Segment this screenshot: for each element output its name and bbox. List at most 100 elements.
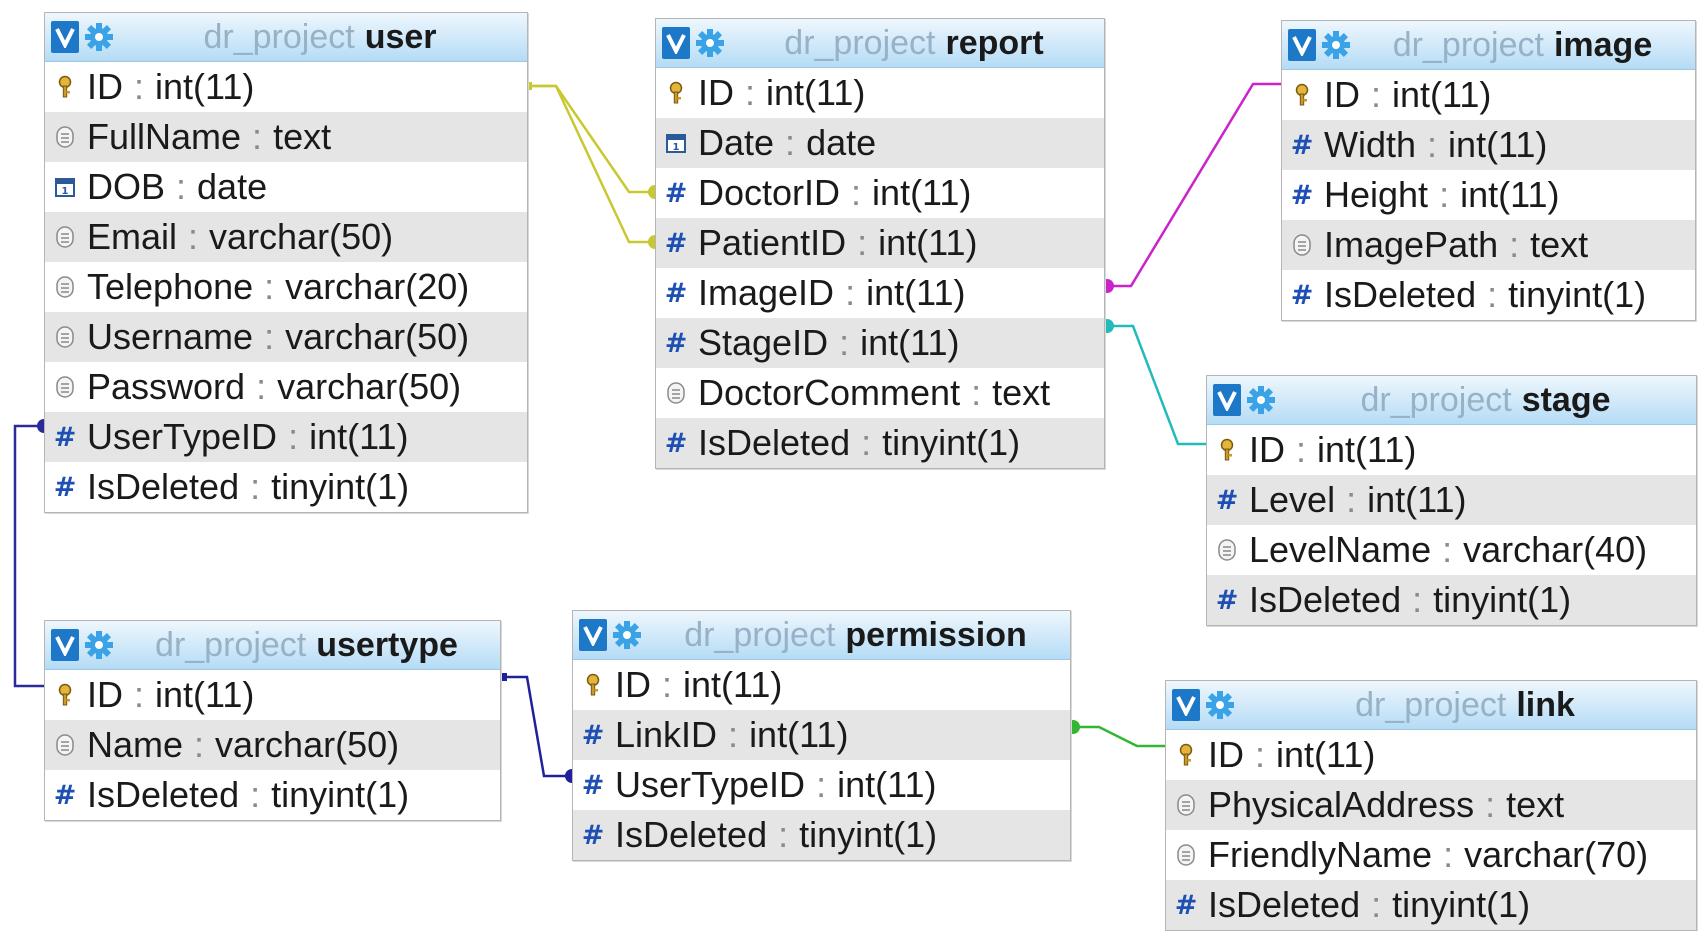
field-name: DoctorID	[698, 172, 841, 213]
field-row[interactable]: # IsDeleted: tinyint(1)	[1207, 575, 1696, 625]
field-name: IsDeleted	[1324, 274, 1477, 315]
field-row[interactable]: ID: int(11)	[573, 660, 1070, 710]
checkbox-icon[interactable]	[51, 629, 79, 661]
table-header[interactable]: dr_project usertype	[45, 621, 500, 670]
field-row[interactable]: # IsDeleted: tinyint(1)	[45, 462, 527, 512]
table-name: permission	[845, 615, 1027, 654]
field-name: Level	[1249, 479, 1336, 520]
hash-icon: #	[1215, 484, 1239, 516]
table-header[interactable]: dr_project permission	[573, 611, 1070, 660]
field-name: UserTypeID	[87, 416, 278, 457]
field-row[interactable]: ID: int(11)	[656, 68, 1104, 118]
field-row[interactable]: 1 Date: date	[656, 118, 1104, 168]
field-type: int(11)	[683, 664, 783, 705]
checkbox-icon[interactable]	[1288, 29, 1316, 61]
gear-icon[interactable]	[79, 629, 119, 661]
table-header[interactable]: dr_project image	[1282, 21, 1695, 70]
field-row[interactable]: # DoctorID: int(11)	[656, 168, 1104, 218]
table-header[interactable]: dr_project stage	[1207, 376, 1696, 425]
field-row[interactable]: Email: varchar(50)	[45, 212, 527, 262]
field-row[interactable]: # IsDeleted: tinyint(1)	[573, 810, 1070, 860]
table-header[interactable]: dr_project link	[1166, 681, 1696, 730]
field-row[interactable]: # LinkID: int(11)	[573, 710, 1070, 760]
table-report[interactable]: dr_project report ID: int(11) 1 Date: date # Doc…	[655, 18, 1105, 469]
table-name: link	[1516, 685, 1575, 724]
gear-icon[interactable]	[79, 21, 119, 53]
gear-icon[interactable]	[607, 619, 647, 651]
table-title: dr_project image	[1356, 26, 1695, 65]
field-row[interactable]: # PatientID: int(11)	[656, 218, 1104, 268]
field-type: text	[1530, 224, 1589, 265]
table-name: user	[364, 17, 437, 56]
checkbox-icon[interactable]	[1213, 384, 1241, 416]
field-row[interactable]: ImagePath: text	[1282, 220, 1695, 270]
gear-icon[interactable]	[1241, 384, 1281, 416]
field-row[interactable]: # Height: int(11)	[1282, 170, 1695, 220]
date-icon: 1	[656, 118, 696, 168]
gear-icon[interactable]	[690, 27, 730, 59]
field-separator: :	[1485, 784, 1496, 825]
field-separator: :	[256, 366, 267, 407]
field-row[interactable]: # Level: int(11)	[1207, 475, 1696, 525]
field-row[interactable]: ID: int(11)	[1166, 730, 1696, 780]
field-row[interactable]: Name: varchar(50)	[45, 720, 500, 770]
table-user[interactable]: dr_project user ID: int(11) FullName: text 1 DO…	[44, 12, 528, 513]
field-separator: :	[1427, 124, 1438, 165]
field-type: tinyint(1)	[882, 422, 1021, 463]
field-row[interactable]: ID: int(11)	[1282, 70, 1695, 120]
field-row[interactable]: LevelName: varchar(40)	[1207, 525, 1696, 575]
database-name: dr_project	[784, 23, 936, 62]
field-row[interactable]: 1 DOB: date	[45, 162, 527, 212]
field-type: int(11)	[872, 172, 972, 213]
field-row[interactable]: Password: varchar(50)	[45, 362, 527, 412]
field-row[interactable]: # StageID: int(11)	[656, 318, 1104, 368]
field-name: DOB	[87, 166, 166, 207]
table-title: dr_project link	[1240, 686, 1696, 725]
field-row[interactable]: # Width: int(11)	[1282, 120, 1695, 170]
field-row[interactable]: # IsDeleted: tinyint(1)	[45, 770, 500, 820]
field-separator: :	[176, 166, 187, 207]
field-type: varchar(70)	[1464, 834, 1649, 875]
table-link[interactable]: dr_project link ID: int(11) PhysicalAddress:…	[1165, 680, 1697, 931]
svg-text:1: 1	[673, 142, 680, 153]
field-row[interactable]: DoctorComment: text	[656, 368, 1104, 418]
checkbox-icon[interactable]	[51, 21, 79, 53]
gear-icon[interactable]	[1316, 29, 1356, 61]
table-usertype[interactable]: dr_project usertype ID: int(11) Name: varchar…	[44, 620, 501, 821]
field-type: int(11)	[155, 66, 255, 107]
database-name: dr_project	[1392, 25, 1544, 64]
field-row[interactable]: # IsDeleted: tinyint(1)	[656, 418, 1104, 468]
field-row[interactable]: ID: int(11)	[45, 670, 500, 720]
field-row[interactable]: FriendlyName: varchar(70)	[1166, 830, 1696, 880]
field-separator: :	[816, 764, 827, 805]
field-separator: :	[728, 714, 739, 755]
field-row[interactable]: Telephone: varchar(20)	[45, 262, 527, 312]
field-row[interactable]: # IsDeleted: tinyint(1)	[1166, 880, 1696, 930]
field-name: PatientID	[698, 222, 847, 263]
table-header[interactable]: dr_project user	[45, 13, 527, 62]
date-icon: 1	[45, 162, 85, 212]
checkbox-icon[interactable]	[579, 619, 607, 651]
field-name: FriendlyName	[1208, 834, 1433, 875]
table-permission[interactable]: dr_project permission ID: int(11) # LinkID: in…	[572, 610, 1071, 861]
checkbox-icon[interactable]	[1172, 689, 1200, 721]
field-row[interactable]: ID: int(11)	[1207, 425, 1696, 475]
field-type: tinyint(1)	[799, 814, 938, 855]
field-row[interactable]: ID: int(11)	[45, 62, 527, 112]
field-row[interactable]: FullName: text	[45, 112, 527, 162]
database-name: dr_project	[1355, 685, 1507, 724]
field-row[interactable]: # UserTypeID: int(11)	[45, 412, 527, 462]
field-row[interactable]: # IsDeleted: tinyint(1)	[1282, 270, 1695, 320]
relation-line	[1069, 725, 1165, 748]
table-header[interactable]: dr_project report	[656, 19, 1104, 68]
table-image[interactable]: dr_project image ID: int(11) # Width: int(11) #…	[1281, 20, 1696, 321]
field-row[interactable]: # UserTypeID: int(11)	[573, 760, 1070, 810]
field-row[interactable]: Username: varchar(50)	[45, 312, 527, 362]
table-stage[interactable]: dr_project stage ID: int(11) # Level: int(11) L…	[1206, 375, 1697, 626]
field-row[interactable]: # ImageID: int(11)	[656, 268, 1104, 318]
field-row[interactable]: PhysicalAddress: text	[1166, 780, 1696, 830]
field-name: ID	[1208, 734, 1244, 775]
relation-line	[1103, 82, 1281, 288]
gear-icon[interactable]	[1200, 689, 1240, 721]
checkbox-icon[interactable]	[662, 27, 690, 59]
